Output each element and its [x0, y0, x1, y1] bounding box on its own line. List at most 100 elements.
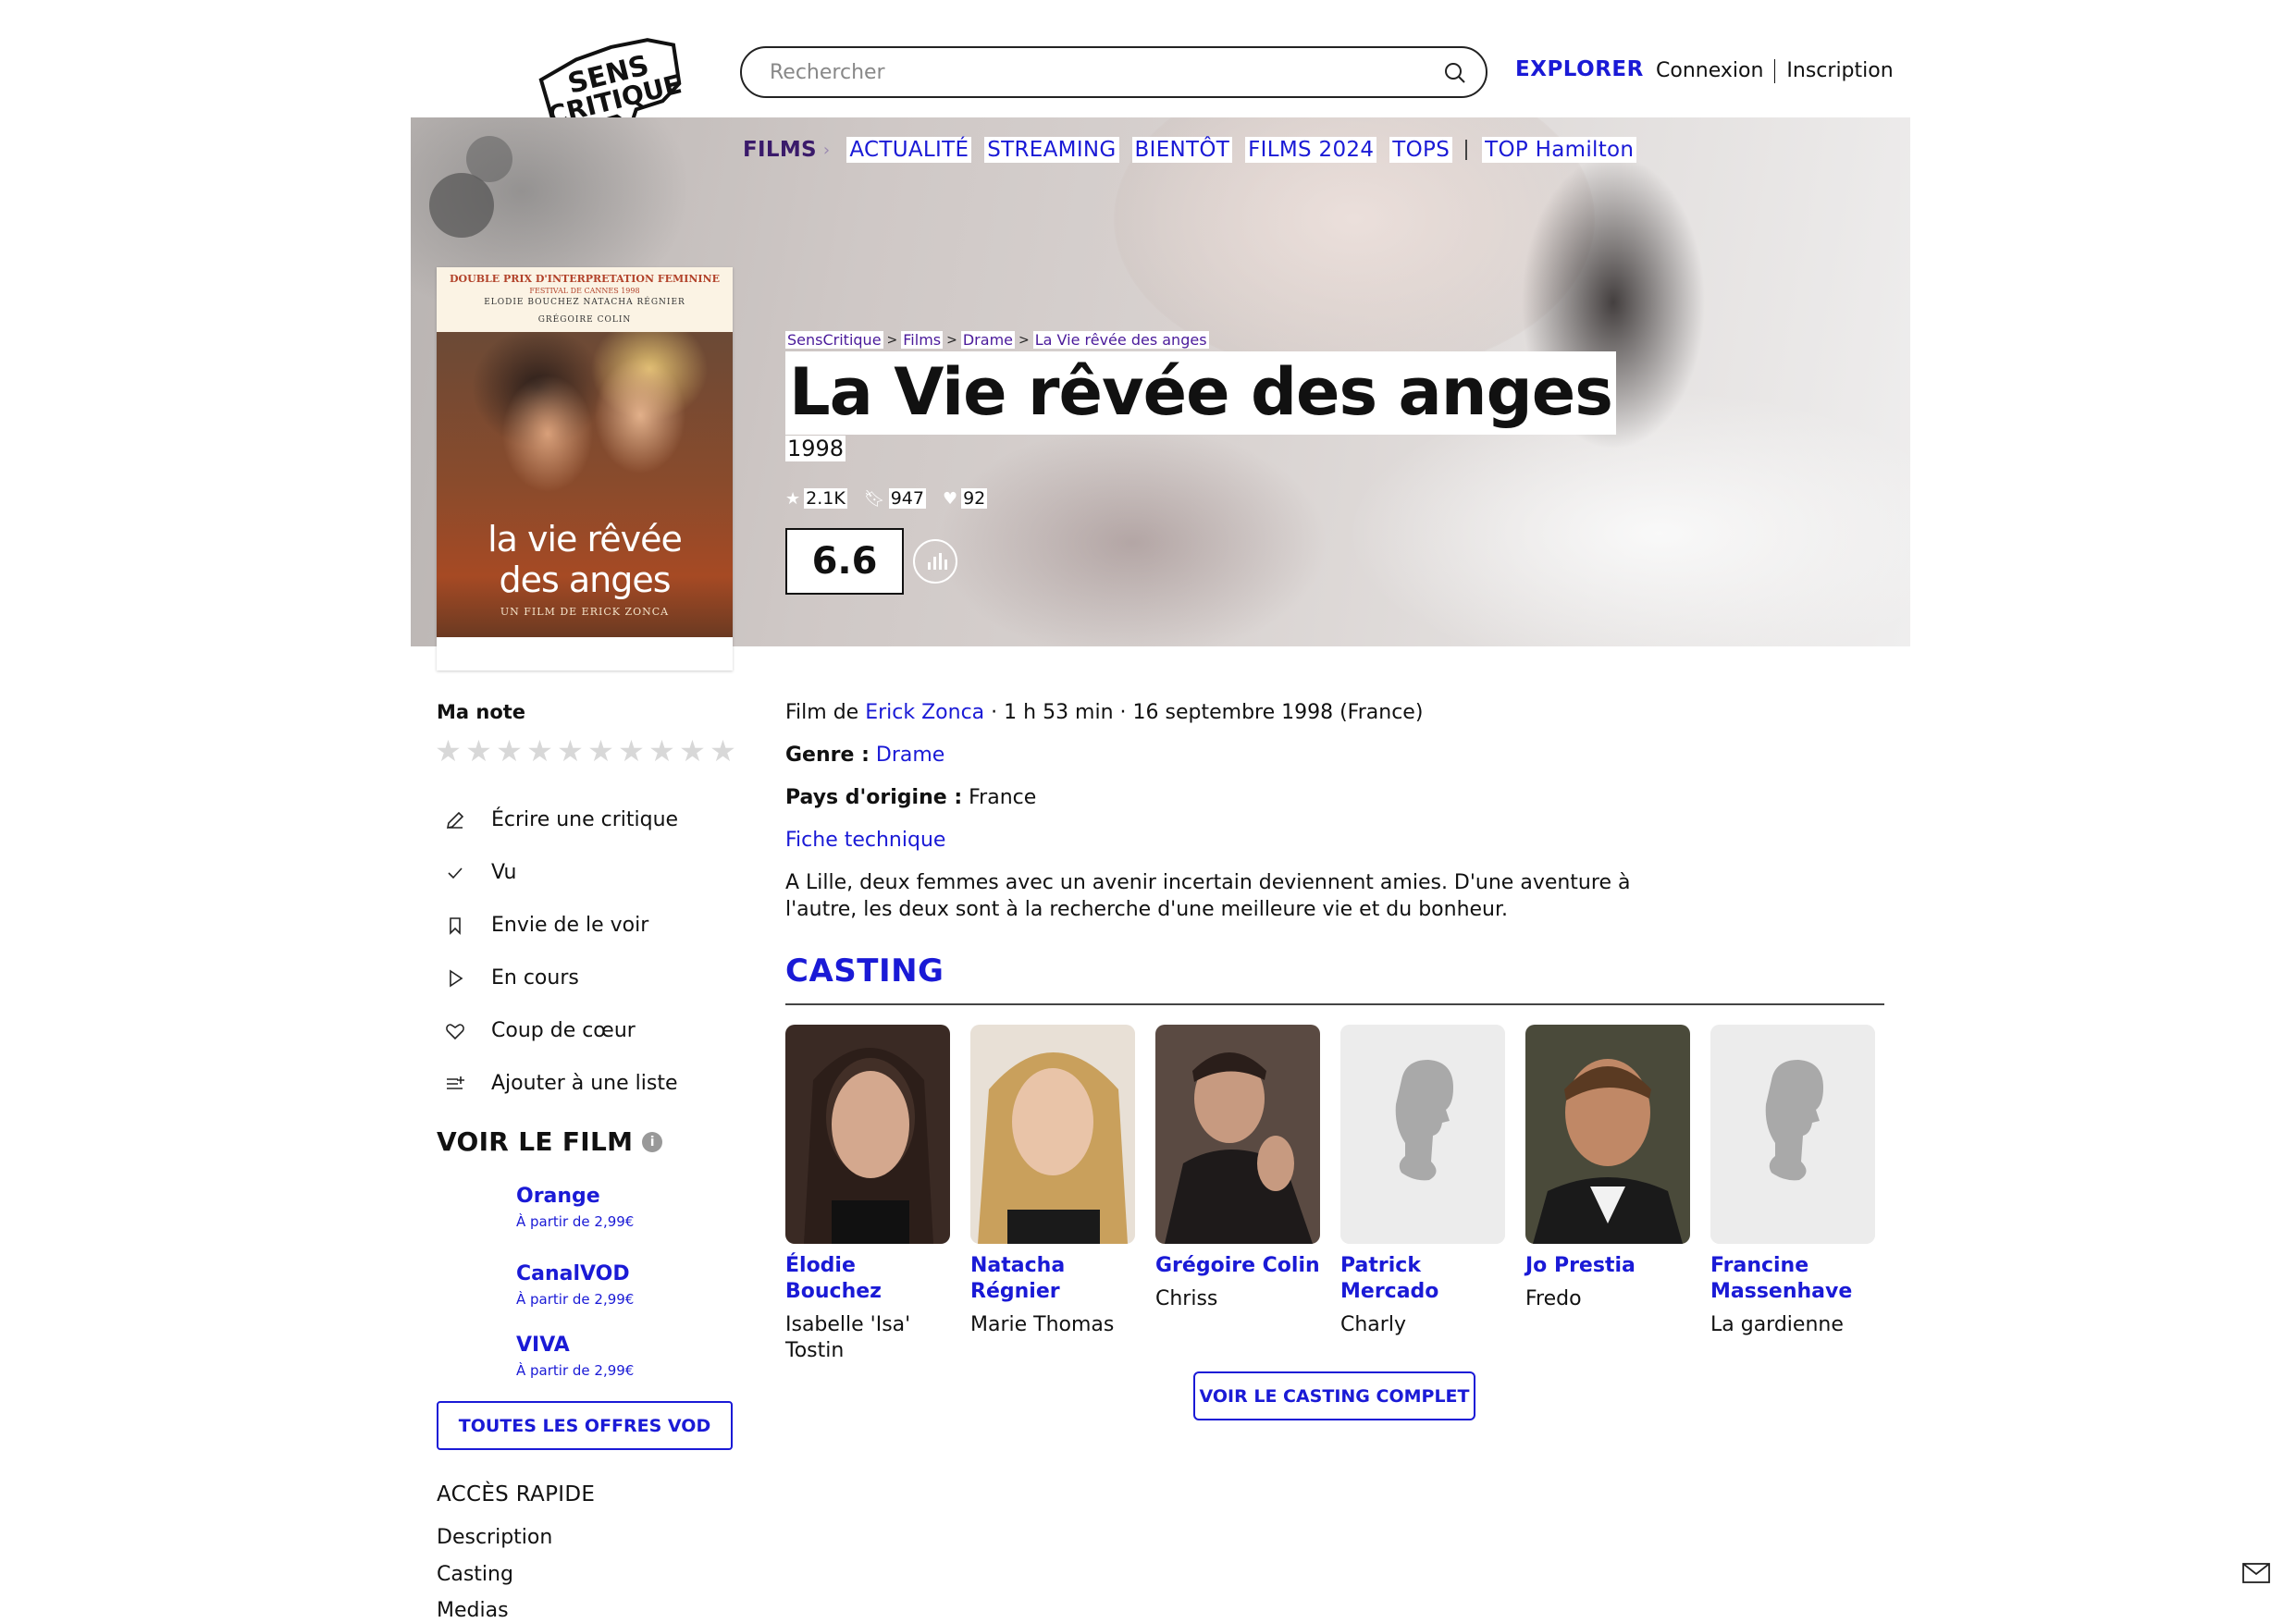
star-icon[interactable]: ★: [496, 736, 523, 766]
bookmark-icon: [437, 912, 477, 940]
actor-role: Charly: [1340, 1313, 1406, 1336]
actor-name[interactable]: Élodie Bouchez: [785, 1253, 952, 1305]
person-silhouette-icon: [1710, 1025, 1875, 1244]
star-icon: ★: [785, 488, 801, 509]
action-write-review[interactable]: Écrire une critique: [437, 793, 678, 846]
poster-actors-2: GRÉGOIRE COLIN: [537, 315, 632, 325]
film-country: Pays d'origine : France: [785, 786, 1037, 809]
actor-photo[interactable]: [785, 1025, 950, 1244]
genre-link[interactable]: Drame: [876, 744, 944, 767]
actor-photo-placeholder[interactable]: [1710, 1025, 1875, 1244]
rating-stars[interactable]: ★ ★ ★ ★ ★ ★ ★ ★ ★ ★: [435, 736, 736, 766]
nav-item-actualite[interactable]: ACTUALITÉ: [846, 137, 972, 163]
film-year: 1998: [785, 436, 846, 461]
action-seen[interactable]: Vu: [437, 846, 678, 899]
cast-card[interactable]: Grégoire Colin Chriss: [1155, 1025, 1322, 1312]
page-title: La Vie rêvée des anges: [785, 351, 1616, 435]
action-add-to-list[interactable]: Ajouter à une liste: [437, 1057, 678, 1110]
poster-title: la vie rêvée: [488, 519, 683, 559]
search-icon[interactable]: [1441, 59, 1469, 87]
nav-item-films-2024[interactable]: FILMS 2024: [1245, 137, 1377, 163]
explorer-link[interactable]: EXPLORER: [1515, 57, 1644, 81]
mail-icon[interactable]: [2242, 1563, 2270, 1583]
actor-role: Fredo: [1525, 1287, 1582, 1310]
poster-director: UN FILM DE ERICK ZONCA: [500, 606, 670, 618]
film-genre: Genre : Drame: [785, 744, 945, 767]
action-in-progress[interactable]: En cours: [437, 952, 678, 1004]
average-score: 6.6: [785, 528, 904, 595]
nav-item-top-hamilton[interactable]: TOP Hamilton: [1482, 137, 1637, 163]
action-wishlist[interactable]: Envie de le voir: [437, 899, 678, 952]
search-bar[interactable]: [740, 46, 1487, 98]
cast-card[interactable]: Jo Prestia Fredo: [1525, 1025, 1692, 1312]
breadcrumb: SensCritique > Films > Drame > La Vie rê…: [785, 331, 1209, 349]
film-poster[interactable]: DOUBLE PRIX D'INTERPRETATION FEMININE FE…: [437, 267, 733, 670]
auth-divider: [1774, 59, 1776, 83]
actor-role: Chriss: [1155, 1287, 1218, 1310]
star-icon[interactable]: ★: [710, 736, 736, 766]
quick-link-casting[interactable]: Casting: [437, 1563, 513, 1586]
breadcrumb-item[interactable]: SensCritique: [785, 331, 883, 349]
actor-role: La gardienne: [1710, 1313, 1844, 1336]
breadcrumb-item[interactable]: Films: [901, 331, 944, 349]
star-icon[interactable]: ★: [648, 736, 675, 766]
poster-actors: ELODIE BOUCHEZ NATACHA RÉGNIER: [484, 298, 685, 307]
cast-card[interactable]: Patrick Mercado Charly: [1340, 1025, 1507, 1338]
nav-item-streaming[interactable]: STREAMING: [984, 137, 1119, 163]
technical-sheet-link[interactable]: Fiche technique: [785, 829, 945, 852]
action-favorite[interactable]: Coup de cœur: [437, 1004, 678, 1057]
film-details: Film de Erick Zonca · 1 h 53 min · 16 se…: [785, 701, 1424, 724]
info-icon[interactable]: i: [642, 1131, 663, 1152]
vod-offer[interactable]: Orange À partir de 2,99€: [516, 1185, 634, 1230]
actor-name[interactable]: Francine Massenhave: [1710, 1253, 1877, 1305]
actor-name[interactable]: Grégoire Colin: [1155, 1253, 1322, 1279]
nav-films[interactable]: FILMS: [740, 137, 820, 163]
star-icon[interactable]: ★: [618, 736, 645, 766]
actor-role: Marie Thomas: [970, 1313, 1115, 1336]
poster-title-2: des anges: [499, 559, 671, 600]
vod-offer[interactable]: VIVA À partir de 2,99€: [516, 1334, 634, 1379]
cast-card[interactable]: Natacha Régnier Marie Thomas: [970, 1025, 1137, 1338]
signup-link[interactable]: Inscription: [1786, 59, 1893, 83]
star-icon[interactable]: ★: [526, 736, 553, 766]
actor-photo[interactable]: [1155, 1025, 1320, 1244]
quick-link-medias[interactable]: Medias: [437, 1599, 509, 1622]
breadcrumb-current: La Vie rêvée des anges: [1032, 331, 1209, 349]
actor-photo-placeholder[interactable]: [1340, 1025, 1505, 1244]
director-link[interactable]: Erick Zonca: [865, 701, 984, 724]
actor-name[interactable]: Natacha Régnier: [970, 1253, 1137, 1305]
cast-card[interactable]: Élodie Bouchez Isabelle 'Isa' Tostin: [785, 1025, 952, 1364]
star-icon[interactable]: ★: [465, 736, 492, 766]
user-actions: Écrire une critique Vu Envie de le voir …: [437, 793, 678, 1110]
watch-film-heading: VOIR LE FILM i: [437, 1126, 663, 1157]
list-add-icon: [437, 1070, 477, 1098]
rating-distribution-icon[interactable]: [913, 539, 957, 584]
star-icon[interactable]: ★: [679, 736, 706, 766]
actor-name[interactable]: Jo Prestia: [1525, 1253, 1692, 1279]
star-icon[interactable]: ★: [435, 736, 462, 766]
search-input[interactable]: [770, 57, 1417, 87]
nav-item-bientot[interactable]: BIENTÔT: [1131, 137, 1233, 163]
film-stats: ★ 2.1K 🔖︎ 947 ♥ 92: [785, 488, 988, 509]
auth-links: Connexion Inscription: [1656, 59, 1894, 83]
login-link[interactable]: Connexion: [1656, 59, 1763, 83]
play-icon: [437, 965, 477, 992]
main-nav: FILMS › ACTUALITÉ STREAMING BIENTÔT FILM…: [740, 137, 1649, 163]
vod-offer[interactable]: CanalVOD À partir de 2,99€: [516, 1262, 634, 1308]
cast-card[interactable]: Francine Massenhave La gardienne: [1710, 1025, 1877, 1338]
star-icon[interactable]: ★: [587, 736, 614, 766]
heart-icon: ♥: [942, 488, 958, 509]
quick-link-description[interactable]: Description: [437, 1526, 552, 1549]
film-synopsis: A Lille, deux femmes avec un avenir ince…: [785, 871, 1631, 921]
star-icon[interactable]: ★: [557, 736, 584, 766]
actor-name[interactable]: Patrick Mercado: [1340, 1253, 1507, 1305]
all-vod-offers-button[interactable]: TOUTES LES OFFRES VOD: [437, 1401, 733, 1450]
check-icon: [437, 859, 477, 887]
full-casting-button[interactable]: VOIR LE CASTING COMPLET: [1193, 1371, 1475, 1420]
breadcrumb-item[interactable]: Drame: [960, 331, 1015, 349]
favorites-count: ♥ 92: [942, 488, 988, 509]
actor-photo[interactable]: [970, 1025, 1135, 1244]
poster-award: DOUBLE PRIX D'INTERPRETATION FEMININE: [450, 273, 720, 285]
nav-item-tops[interactable]: TOPS: [1389, 137, 1453, 163]
actor-photo[interactable]: [1525, 1025, 1690, 1244]
